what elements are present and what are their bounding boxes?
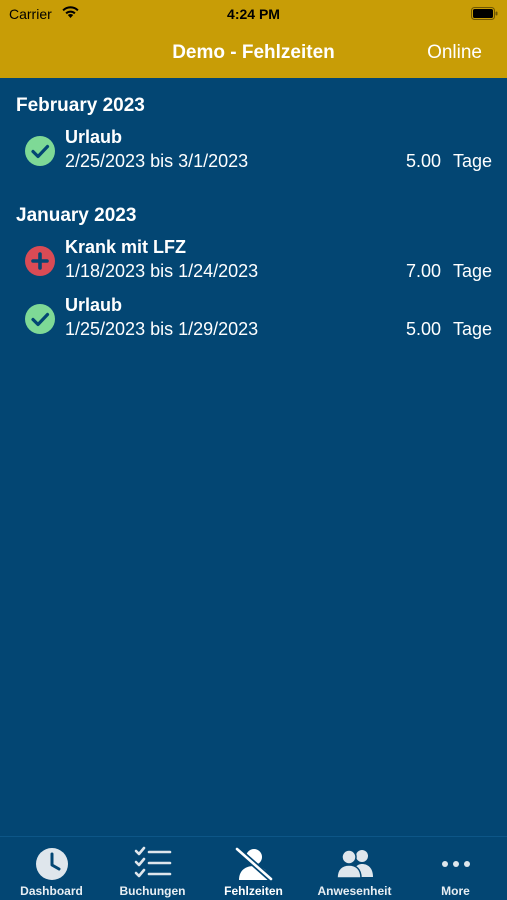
tab-more[interactable]: More: [405, 837, 506, 900]
tab-label: Fehlzeiten: [224, 884, 283, 898]
online-button[interactable]: Online: [427, 42, 482, 64]
absence-days-unit: Tage: [452, 151, 492, 171]
check-circle-icon: [25, 304, 55, 334]
navigation-bar: Demo - Fehlzeiten Online: [0, 30, 507, 78]
tab-label: Buchungen: [119, 884, 186, 898]
absence-type: Urlaub: [65, 295, 123, 315]
checklist-icon: [134, 846, 171, 878]
absence-date-range: 1/25/2023 bis 1/29/2023: [65, 319, 259, 339]
absence-days-unit: Tage: [452, 319, 492, 339]
absence-days: 7.00: [405, 261, 441, 281]
person-off-icon: [233, 846, 274, 881]
list-item[interactable]: Urlaub 1/25/2023 bis 1/29/2023 5.00 Tage: [0, 295, 507, 351]
plus-circle-icon: [25, 246, 55, 276]
tab-dashboard[interactable]: Dashboard: [1, 837, 102, 900]
clock-icon: [35, 848, 68, 880]
tab-label: Anwesenheit: [317, 884, 392, 898]
section-header-february: February 2023: [16, 95, 145, 116]
section-header-january: January 2023: [16, 205, 137, 226]
list-item[interactable]: Krank mit LFZ 1/18/2023 bis 1/24/2023 7.…: [0, 237, 507, 293]
more-icon: [441, 861, 470, 867]
list-item[interactable]: Urlaub 2/25/2023 bis 3/1/2023 5.00 Tage: [0, 127, 507, 183]
tab-anwesenheit[interactable]: Anwesenheit: [304, 837, 405, 900]
absence-type: Krank mit LFZ: [65, 237, 187, 257]
check-circle-icon: [25, 136, 55, 166]
tab-bar: Dashboard Buchungen Fehlzeiten Anwesenhe…: [0, 836, 507, 900]
absence-days: 5.00: [405, 319, 441, 339]
absence-date-range: 2/25/2023 bis 3/1/2023: [65, 151, 249, 171]
absence-list: February 2023 Urlaub 2/25/2023 bis 3/1/2…: [0, 78, 507, 836]
tab-fehlzeiten[interactable]: Fehlzeiten: [203, 837, 304, 900]
tab-label: Dashboard: [20, 884, 83, 898]
absence-days-unit: Tage: [452, 261, 492, 281]
absence-date-range: 1/18/2023 bis 1/24/2023: [65, 261, 259, 281]
tab-label: More: [441, 884, 470, 898]
absence-type: Urlaub: [65, 127, 123, 147]
absence-days: 5.00: [405, 151, 441, 171]
status-bar: Carrier 4:24 PM: [0, 0, 507, 30]
battery-icon: [471, 7, 498, 20]
tab-buchungen[interactable]: Buchungen: [102, 837, 203, 900]
people-icon: [335, 849, 373, 879]
status-time: 4:24 PM: [227, 6, 280, 22]
